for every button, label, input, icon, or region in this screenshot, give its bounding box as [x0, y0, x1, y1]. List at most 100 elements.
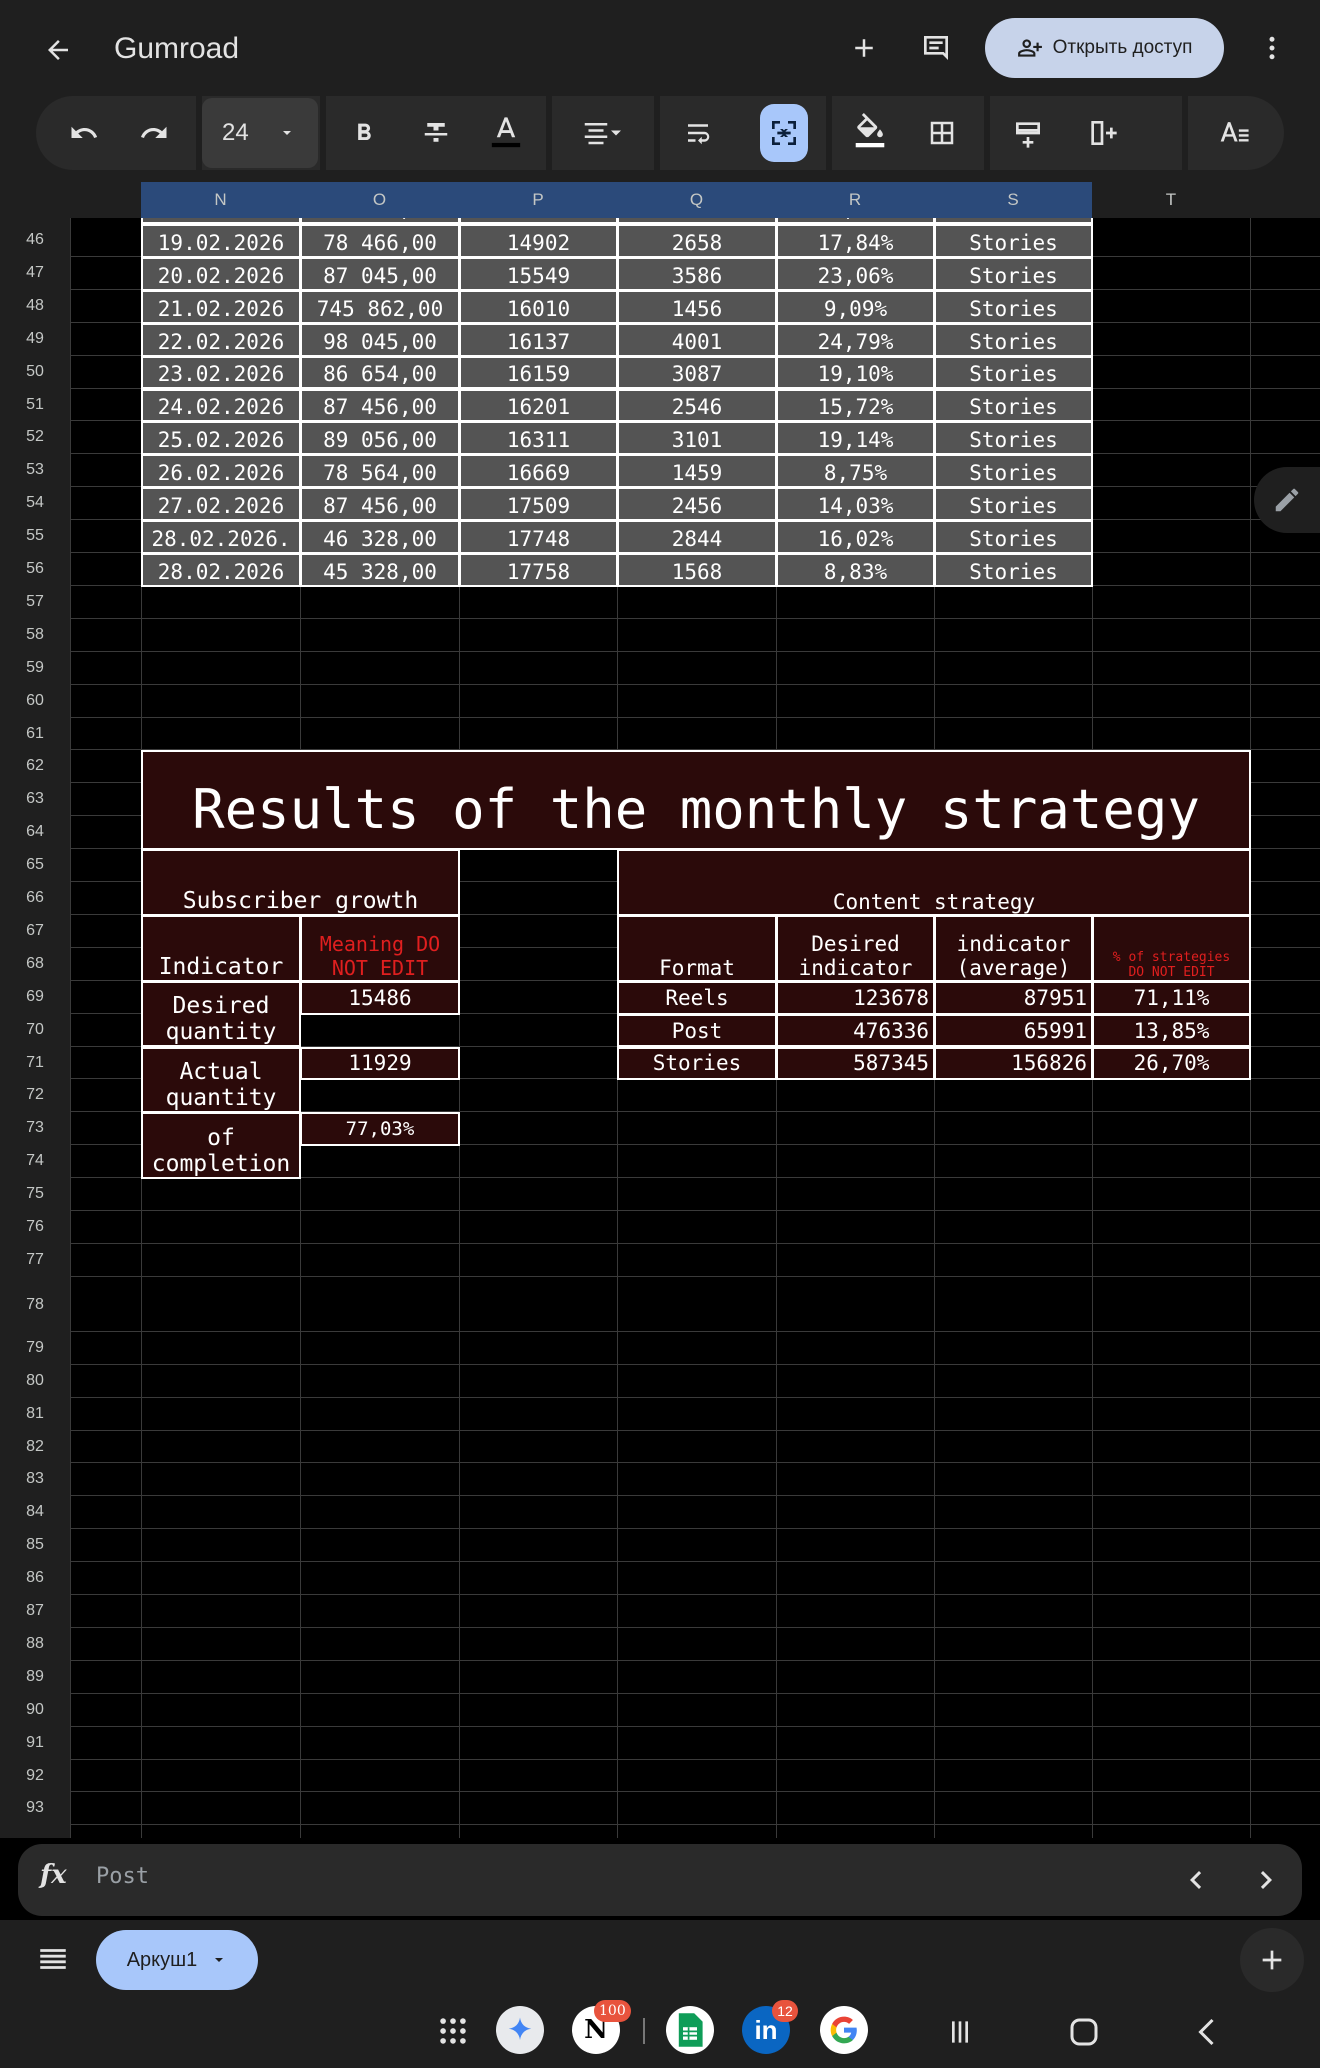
- share-button[interactable]: Открыть доступ: [985, 18, 1224, 78]
- column-header[interactable]: P: [459, 182, 617, 218]
- row-number[interactable]: 87: [0, 1595, 70, 1628]
- format-header[interactable]: Format: [617, 914, 777, 982]
- data-cell[interactable]: 14902: [459, 224, 618, 258]
- sheets-app-icon[interactable]: [666, 2006, 714, 2054]
- data-cell[interactable]: 16669: [459, 454, 618, 489]
- data-cell[interactable]: 3087: [617, 355, 777, 390]
- content-cell[interactable]: 87951: [934, 980, 1093, 1015]
- row-number[interactable]: 59: [0, 652, 70, 685]
- text-color-icon[interactable]: [480, 106, 532, 160]
- data-cell[interactable]: 28.02.2026.: [141, 520, 301, 554]
- row-number[interactable]: 74: [0, 1145, 70, 1178]
- data-cell[interactable]: 78 564,00: [300, 454, 460, 489]
- sheet-tab-active[interactable]: Аркуш1: [96, 1930, 258, 1990]
- data-cell[interactable]: 8,75%: [776, 454, 935, 489]
- data-cell[interactable]: 78 466,00: [300, 224, 460, 258]
- data-cell[interactable]: 86 654,00: [300, 355, 460, 390]
- data-cell[interactable]: 15549: [459, 256, 618, 291]
- data-cell[interactable]: 3586: [617, 256, 777, 291]
- data-cell[interactable]: 87 045,00: [300, 256, 460, 291]
- spreadsheet-grid[interactable]: 46 47 48 49 50 51 52 53 54 55 56 57 58 59 60 61 62 63 64 65…: [0, 182, 1320, 1838]
- row-number[interactable]: 89: [0, 1661, 70, 1694]
- data-cell[interactable]: Stories: [934, 520, 1093, 554]
- content-cell[interactable]: Stories: [617, 1046, 777, 1081]
- column-header[interactable]: N: [141, 182, 300, 218]
- content-cell[interactable]: Reels: [617, 980, 777, 1015]
- data-cell[interactable]: 19.02.2026: [141, 224, 301, 258]
- column-header[interactable]: R: [776, 182, 934, 218]
- edit-pencil-button[interactable]: [1254, 467, 1320, 534]
- data-cell[interactable]: 17748: [459, 520, 618, 554]
- indicator-header[interactable]: Indicator: [141, 914, 301, 982]
- data-cell[interactable]: 3101: [617, 421, 777, 456]
- row-number[interactable]: 66: [0, 882, 70, 915]
- data-cell[interactable]: Stories: [934, 421, 1093, 456]
- content-cell[interactable]: 13,85%: [1092, 1013, 1251, 1048]
- row-number[interactable]: 82: [0, 1431, 70, 1464]
- column-header[interactable]: S: [934, 182, 1092, 218]
- redo-icon[interactable]: [128, 106, 180, 160]
- insert-row-icon[interactable]: [1002, 106, 1054, 160]
- data-cell[interactable]: 87 456,00: [300, 388, 460, 423]
- data-cell[interactable]: 745 862,00: [300, 289, 460, 324]
- row-number[interactable]: 71: [0, 1047, 70, 1080]
- add-icon[interactable]: [840, 24, 888, 72]
- content-cell[interactable]: 26,70%: [1092, 1046, 1251, 1081]
- linkedin-app-icon[interactable]: in 12: [742, 2000, 798, 2054]
- row-number[interactable]: 57: [0, 586, 70, 619]
- meaning-header[interactable]: Meaning DO NOT EDIT: [300, 914, 460, 982]
- content-cell[interactable]: 476336: [776, 1013, 935, 1048]
- wrap-text-icon[interactable]: [672, 106, 724, 160]
- formula-input[interactable]: Post: [96, 1864, 149, 1889]
- data-cell[interactable]: 22.02.2026: [141, 322, 301, 357]
- data-cell[interactable]: 2658: [617, 224, 777, 258]
- data-cell[interactable]: 28.02.2026: [141, 553, 301, 587]
- data-cell[interactable]: 14,03%: [776, 487, 935, 522]
- data-cell[interactable]: 2456: [617, 487, 777, 522]
- data-cell[interactable]: Stories: [934, 487, 1093, 522]
- content-cell[interactable]: 123678: [776, 980, 935, 1015]
- data-cell[interactable]: 1568: [617, 553, 777, 587]
- notion-app-icon[interactable]: N 100: [572, 2000, 631, 2054]
- completion-value[interactable]: 77,03%: [300, 1112, 460, 1147]
- row-number[interactable]: 73: [0, 1112, 70, 1145]
- row-number[interactable]: 76: [0, 1211, 70, 1244]
- data-cell[interactable]: 87 456,00: [300, 487, 460, 522]
- row-number[interactable]: 48: [0, 290, 70, 323]
- data-cell[interactable]: Stories: [934, 454, 1093, 489]
- data-cell[interactable]: 25.02.2026: [141, 421, 301, 456]
- row-number[interactable]: 83: [0, 1463, 70, 1496]
- row-number[interactable]: 77: [0, 1244, 70, 1277]
- data-cell[interactable]: 24.02.2026: [141, 388, 301, 423]
- completion-label[interactable]: of completion: [141, 1112, 301, 1180]
- gemini-app-icon[interactable]: [496, 2006, 544, 2054]
- row-number[interactable]: 55: [0, 520, 70, 553]
- data-cell[interactable]: 2844: [617, 520, 777, 554]
- desired-quantity-label[interactable]: Desired quantity: [141, 980, 301, 1048]
- align-icon[interactable]: [570, 106, 632, 160]
- data-cell[interactable]: 19,10%: [776, 355, 935, 390]
- row-number[interactable]: 54: [0, 487, 70, 520]
- row-number[interactable]: 93: [0, 1792, 70, 1825]
- data-cell[interactable]: 20.02.2026: [141, 256, 301, 291]
- row-number[interactable]: 61: [0, 718, 70, 751]
- data-cell[interactable]: 23,06%: [776, 256, 935, 291]
- data-cell[interactable]: Stories: [934, 224, 1093, 258]
- row-number[interactable]: 53: [0, 454, 70, 487]
- content-cell[interactable]: 587345: [776, 1046, 935, 1081]
- row-number[interactable]: 58: [0, 619, 70, 652]
- back-arrow-icon[interactable]: [38, 30, 78, 70]
- row-number[interactable]: 65: [0, 849, 70, 882]
- data-cell[interactable]: 9,09%: [776, 289, 935, 324]
- row-number[interactable]: 51: [0, 389, 70, 422]
- google-app-icon[interactable]: [820, 2006, 868, 2054]
- data-cell[interactable]: 1459: [617, 454, 777, 489]
- data-cell[interactable]: 17509: [459, 487, 618, 522]
- strikethrough-icon[interactable]: [410, 106, 462, 160]
- actual-quantity-value[interactable]: 11929: [300, 1046, 460, 1081]
- row-number[interactable]: 62: [0, 750, 70, 783]
- more-vert-icon[interactable]: [1248, 24, 1296, 72]
- content-strategy-heading[interactable]: Content strategy: [617, 849, 1251, 916]
- data-cell[interactable]: 2546: [617, 388, 777, 423]
- row-number[interactable]: 50: [0, 356, 70, 389]
